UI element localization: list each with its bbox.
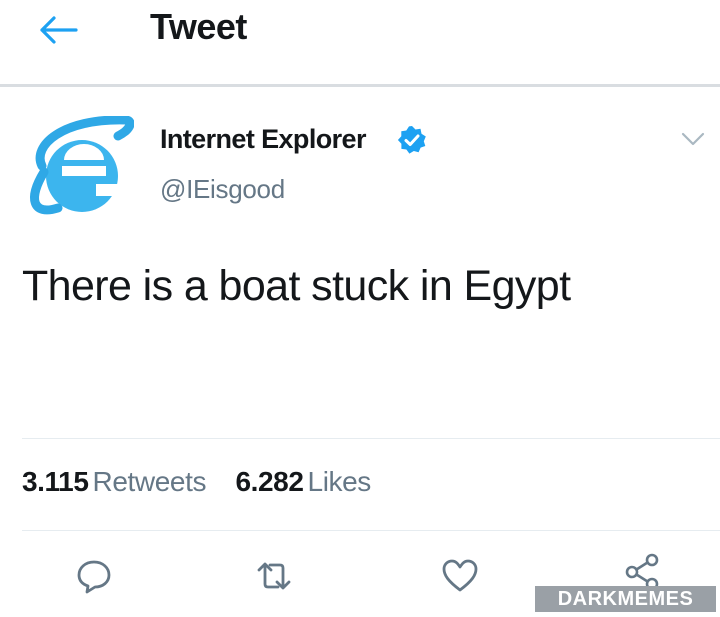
arrow-left-icon bbox=[40, 16, 78, 44]
heart-icon bbox=[442, 559, 478, 592]
top-bar: Tweet bbox=[0, 0, 720, 84]
tweet-menu-caret[interactable] bbox=[678, 128, 708, 150]
verified-badge-icon bbox=[397, 125, 427, 155]
internet-explorer-logo-icon bbox=[30, 115, 135, 215]
retweets-stat[interactable]: 3.115 Retweets bbox=[22, 466, 206, 498]
chevron-down-icon bbox=[681, 132, 705, 146]
header-divider bbox=[0, 84, 720, 87]
stats-divider-top bbox=[22, 438, 720, 439]
reply-button[interactable] bbox=[74, 556, 114, 596]
reply-icon bbox=[77, 560, 111, 594]
back-button[interactable] bbox=[36, 12, 80, 48]
stats-divider-bottom bbox=[22, 530, 720, 531]
watermark: DARKMEMES bbox=[535, 586, 716, 612]
author-avatar[interactable] bbox=[22, 115, 135, 220]
tweet-text: There is a boat stuck in Egypt bbox=[22, 262, 571, 310]
likes-label: Likes bbox=[307, 466, 372, 497]
author-handle[interactable]: @IEisgood bbox=[160, 174, 285, 205]
page-title: Tweet bbox=[150, 6, 247, 47]
author-name[interactable]: Internet Explorer bbox=[160, 124, 366, 155]
retweets-count: 3.115 bbox=[22, 466, 89, 497]
like-button[interactable] bbox=[440, 556, 480, 596]
tweet-stats: 3.115 Retweets 6.282 Likes bbox=[22, 466, 393, 498]
likes-count: 6.282 bbox=[235, 466, 304, 497]
retweets-label: Retweets bbox=[92, 466, 207, 497]
retweet-icon bbox=[257, 562, 291, 590]
likes-stat[interactable]: 6.282 Likes bbox=[235, 466, 372, 498]
retweet-button[interactable] bbox=[254, 556, 294, 596]
